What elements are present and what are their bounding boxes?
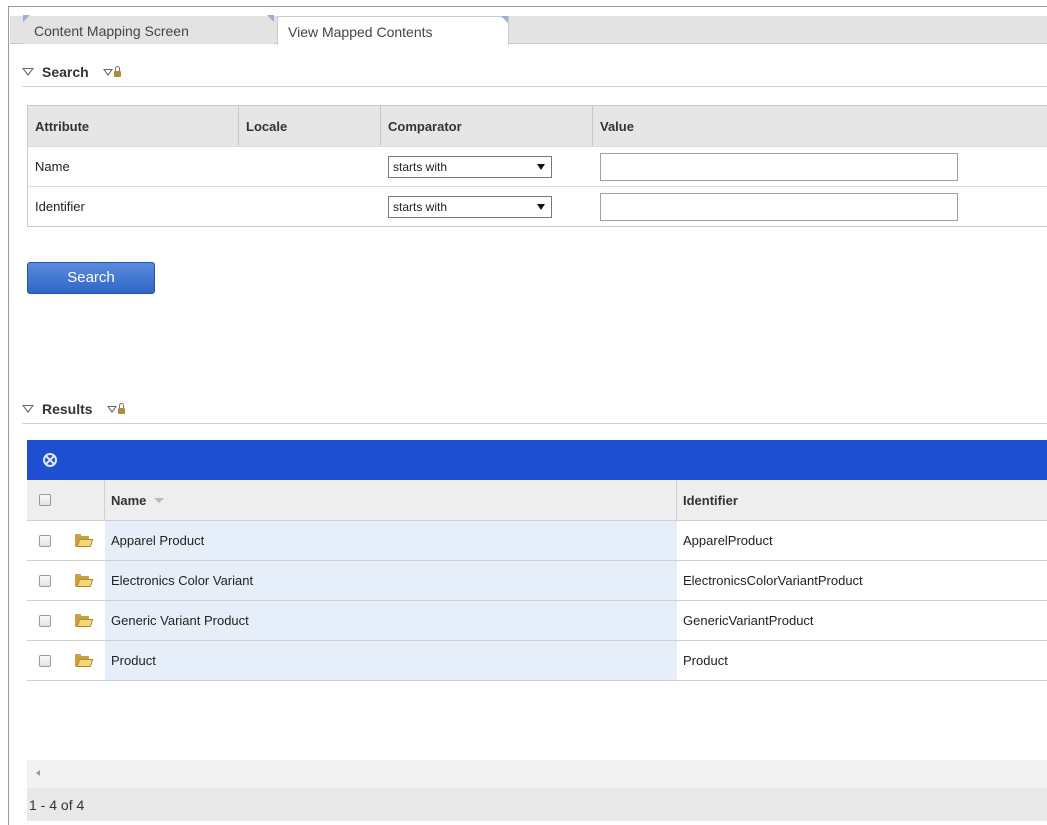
comparator-cell: starts with xyxy=(381,187,593,226)
row-identifier[interactable]: ElectronicsColorVariantProduct xyxy=(677,561,1047,600)
tab-corner-marker xyxy=(23,15,30,22)
tab-content-mapping-screen[interactable]: Content Mapping Screen xyxy=(23,15,274,44)
table-row[interactable]: Product Product xyxy=(27,641,1047,681)
row-checkbox-cell xyxy=(27,641,63,680)
column-header-name-label: Name xyxy=(111,492,147,508)
clear-selection-icon[interactable] xyxy=(43,453,57,467)
filter-lock-icon[interactable] xyxy=(102,65,121,77)
section-divider xyxy=(22,86,1047,87)
row-checkbox[interactable] xyxy=(39,534,51,547)
folder-open-icon[interactable] xyxy=(75,533,94,548)
row-name[interactable]: Generic Variant Product xyxy=(105,601,677,640)
results-grid: Name Identifier Apparel Product ApparelP… xyxy=(27,440,1047,681)
pagination-footer: 1 - 4 of 4 xyxy=(27,788,1047,821)
row-name[interactable]: Electronics Color Variant xyxy=(105,561,677,600)
comparator-select[interactable]: starts with xyxy=(388,195,552,218)
row-icon-cell xyxy=(63,641,105,680)
row-identifier[interactable]: Product xyxy=(677,641,1047,680)
column-header-identifier[interactable]: Identifier xyxy=(677,480,1047,520)
comparator-select[interactable]: starts with xyxy=(388,155,552,178)
results-section-header[interactable]: Results xyxy=(22,397,125,421)
attribute-label: Identifier xyxy=(35,199,85,214)
select-all-checkbox[interactable] xyxy=(39,494,51,506)
column-header-attribute: Attribute xyxy=(28,106,239,146)
horizontal-scrollbar[interactable] xyxy=(27,760,1047,788)
tab-corner-marker xyxy=(501,16,508,23)
row-checkbox[interactable] xyxy=(39,654,51,667)
row-identifier[interactable]: GenericVariantProduct xyxy=(677,601,1047,640)
row-checkbox-cell xyxy=(27,561,63,600)
search-section-header[interactable]: Search xyxy=(22,60,121,84)
tab-bar: Content Mapping Screen View Mapped Conte… xyxy=(10,15,1047,45)
search-section-title: Search xyxy=(42,64,89,80)
grid-toolbar xyxy=(27,440,1047,480)
locale-cell xyxy=(239,187,381,226)
row-checkbox[interactable] xyxy=(39,574,51,587)
attribute-label: Name xyxy=(35,159,70,174)
pagination-status: 1 - 4 of 4 xyxy=(29,796,85,813)
select-all-cell xyxy=(27,480,63,520)
icon-column-header xyxy=(63,480,105,520)
row-icon-cell xyxy=(63,601,105,640)
column-header-comparator: Comparator xyxy=(381,106,593,146)
grid-header-row: Name Identifier xyxy=(27,480,1047,521)
search-row-identifier: Identifier starts with xyxy=(28,186,1047,226)
search-table-header: Attribute Locale Comparator Value xyxy=(28,105,1047,146)
row-icon-cell xyxy=(63,561,105,600)
collapse-triangle-icon[interactable] xyxy=(22,405,34,413)
dropdown-arrow-icon[interactable] xyxy=(537,203,545,210)
row-checkbox-cell xyxy=(27,601,63,640)
identifier-value-input[interactable] xyxy=(600,192,958,221)
locale-cell xyxy=(239,147,381,186)
table-row[interactable]: Generic Variant Product GenericVariantPr… xyxy=(27,601,1047,641)
section-divider xyxy=(22,423,1047,424)
tab-label: Content Mapping Screen xyxy=(34,23,189,39)
comparator-selected-value: starts with xyxy=(393,199,448,214)
comparator-selected-value: starts with xyxy=(393,159,448,174)
tab-view-mapped-contents[interactable]: View Mapped Contents xyxy=(277,16,509,45)
tab-label: View Mapped Contents xyxy=(288,24,433,40)
row-name[interactable]: Apparel Product xyxy=(105,521,677,560)
collapse-triangle-icon[interactable] xyxy=(22,68,34,76)
folder-open-icon[interactable] xyxy=(75,653,94,668)
row-identifier[interactable]: ApparelProduct xyxy=(677,521,1047,560)
table-row[interactable]: Apparel Product ApparelProduct xyxy=(27,521,1047,561)
folder-open-icon[interactable] xyxy=(75,613,94,628)
row-checkbox[interactable] xyxy=(39,614,51,627)
scroll-left-icon[interactable] xyxy=(36,770,40,776)
column-header-name[interactable]: Name xyxy=(105,480,677,520)
value-cell xyxy=(593,147,1047,186)
dropdown-arrow-icon[interactable] xyxy=(537,163,545,170)
tab-corner-marker xyxy=(267,15,274,22)
search-button[interactable]: Search xyxy=(27,262,155,294)
search-criteria-table: Attribute Locale Comparator Value Name s… xyxy=(27,105,1047,227)
table-row[interactable]: Electronics Color Variant ElectronicsCol… xyxy=(27,561,1047,601)
row-checkbox-cell xyxy=(27,521,63,560)
filter-lock-icon[interactable] xyxy=(106,402,125,414)
search-row-name: Name starts with xyxy=(28,146,1047,186)
name-value-input[interactable] xyxy=(600,152,958,181)
results-section-title: Results xyxy=(42,401,93,417)
sort-descending-icon[interactable] xyxy=(154,497,165,503)
row-icon-cell xyxy=(63,521,105,560)
folder-open-icon[interactable] xyxy=(75,573,94,588)
value-cell xyxy=(593,187,1047,226)
comparator-cell: starts with xyxy=(381,147,593,186)
column-header-value: Value xyxy=(600,118,634,134)
column-header-locale: Locale xyxy=(239,106,381,146)
row-name[interactable]: Product xyxy=(105,641,677,680)
